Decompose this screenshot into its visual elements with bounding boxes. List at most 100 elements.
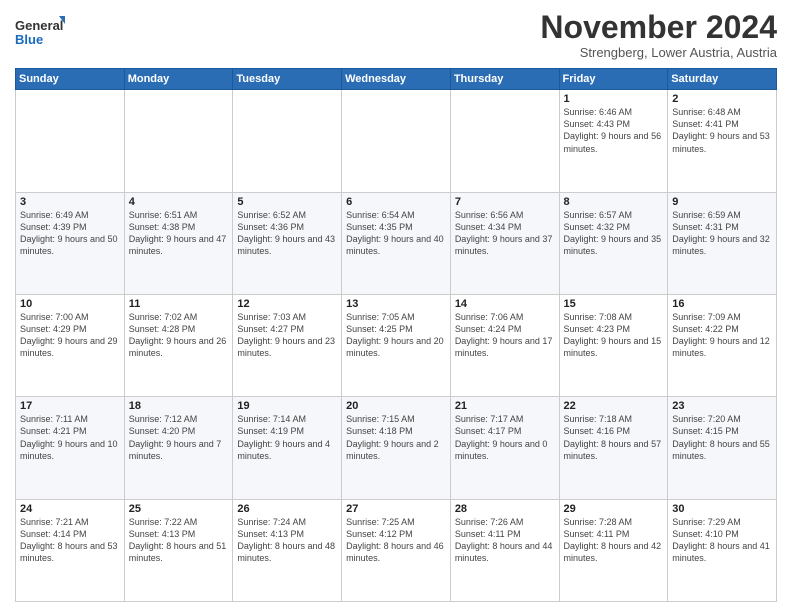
day-number: 15 xyxy=(564,298,664,310)
calendar-cell xyxy=(16,90,125,192)
day-info: Sunrise: 6:57 AM Sunset: 4:32 PM Dayligh… xyxy=(564,209,664,258)
day-number: 18 xyxy=(129,400,229,412)
day-number: 29 xyxy=(564,503,664,515)
day-number: 17 xyxy=(20,400,120,412)
calendar-cell: 17Sunrise: 7:11 AM Sunset: 4:21 PM Dayli… xyxy=(16,397,125,499)
day-info: Sunrise: 7:08 AM Sunset: 4:23 PM Dayligh… xyxy=(564,311,664,360)
day-number: 25 xyxy=(129,503,229,515)
calendar-cell: 29Sunrise: 7:28 AM Sunset: 4:11 PM Dayli… xyxy=(559,499,668,601)
page: General Blue November 2024 Strengberg, L… xyxy=(0,0,792,612)
day-number: 24 xyxy=(20,503,120,515)
week-row: 24Sunrise: 7:21 AM Sunset: 4:14 PM Dayli… xyxy=(16,499,777,601)
calendar-cell: 4Sunrise: 6:51 AM Sunset: 4:38 PM Daylig… xyxy=(124,192,233,294)
day-number: 11 xyxy=(129,298,229,310)
svg-text:Blue: Blue xyxy=(15,32,43,47)
day-number: 1 xyxy=(564,93,664,105)
day-info: Sunrise: 6:49 AM Sunset: 4:39 PM Dayligh… xyxy=(20,209,120,258)
calendar-cell: 26Sunrise: 7:24 AM Sunset: 4:13 PM Dayli… xyxy=(233,499,342,601)
svg-text:General: General xyxy=(15,18,63,33)
day-number: 4 xyxy=(129,196,229,208)
calendar-cell: 5Sunrise: 6:52 AM Sunset: 4:36 PM Daylig… xyxy=(233,192,342,294)
week-row: 3Sunrise: 6:49 AM Sunset: 4:39 PM Daylig… xyxy=(16,192,777,294)
day-number: 9 xyxy=(672,196,772,208)
day-number: 2 xyxy=(672,93,772,105)
calendar-cell: 15Sunrise: 7:08 AM Sunset: 4:23 PM Dayli… xyxy=(559,294,668,396)
calendar-cell: 27Sunrise: 7:25 AM Sunset: 4:12 PM Dayli… xyxy=(342,499,451,601)
month-title: November 2024 xyxy=(540,10,777,45)
header: General Blue November 2024 Strengberg, L… xyxy=(15,10,777,60)
day-number: 3 xyxy=(20,196,120,208)
day-info: Sunrise: 7:18 AM Sunset: 4:16 PM Dayligh… xyxy=(564,413,664,462)
calendar-cell: 16Sunrise: 7:09 AM Sunset: 4:22 PM Dayli… xyxy=(668,294,777,396)
day-info: Sunrise: 7:17 AM Sunset: 4:17 PM Dayligh… xyxy=(455,413,555,462)
day-number: 28 xyxy=(455,503,555,515)
header-day: Friday xyxy=(559,69,668,90)
day-info: Sunrise: 7:00 AM Sunset: 4:29 PM Dayligh… xyxy=(20,311,120,360)
logo-svg: General Blue xyxy=(15,14,65,50)
day-number: 27 xyxy=(346,503,446,515)
header-row: SundayMondayTuesdayWednesdayThursdayFrid… xyxy=(16,69,777,90)
calendar-cell: 8Sunrise: 6:57 AM Sunset: 4:32 PM Daylig… xyxy=(559,192,668,294)
subtitle: Strengberg, Lower Austria, Austria xyxy=(540,45,777,60)
day-info: Sunrise: 7:05 AM Sunset: 4:25 PM Dayligh… xyxy=(346,311,446,360)
calendar-cell: 7Sunrise: 6:56 AM Sunset: 4:34 PM Daylig… xyxy=(450,192,559,294)
calendar-cell: 6Sunrise: 6:54 AM Sunset: 4:35 PM Daylig… xyxy=(342,192,451,294)
calendar-cell: 22Sunrise: 7:18 AM Sunset: 4:16 PM Dayli… xyxy=(559,397,668,499)
day-number: 14 xyxy=(455,298,555,310)
calendar-cell: 20Sunrise: 7:15 AM Sunset: 4:18 PM Dayli… xyxy=(342,397,451,499)
calendar-cell: 1Sunrise: 6:46 AM Sunset: 4:43 PM Daylig… xyxy=(559,90,668,192)
calendar-cell xyxy=(342,90,451,192)
header-day: Tuesday xyxy=(233,69,342,90)
day-number: 26 xyxy=(237,503,337,515)
title-block: November 2024 Strengberg, Lower Austria,… xyxy=(540,10,777,60)
day-info: Sunrise: 7:21 AM Sunset: 4:14 PM Dayligh… xyxy=(20,516,120,565)
day-info: Sunrise: 7:15 AM Sunset: 4:18 PM Dayligh… xyxy=(346,413,446,462)
day-number: 16 xyxy=(672,298,772,310)
day-info: Sunrise: 7:14 AM Sunset: 4:19 PM Dayligh… xyxy=(237,413,337,462)
day-number: 5 xyxy=(237,196,337,208)
calendar-cell: 10Sunrise: 7:00 AM Sunset: 4:29 PM Dayli… xyxy=(16,294,125,396)
day-number: 7 xyxy=(455,196,555,208)
day-info: Sunrise: 7:03 AM Sunset: 4:27 PM Dayligh… xyxy=(237,311,337,360)
day-info: Sunrise: 6:51 AM Sunset: 4:38 PM Dayligh… xyxy=(129,209,229,258)
day-number: 30 xyxy=(672,503,772,515)
header-day: Saturday xyxy=(668,69,777,90)
day-number: 22 xyxy=(564,400,664,412)
header-day: Monday xyxy=(124,69,233,90)
header-day: Sunday xyxy=(16,69,125,90)
calendar-cell: 24Sunrise: 7:21 AM Sunset: 4:14 PM Dayli… xyxy=(16,499,125,601)
calendar-cell: 11Sunrise: 7:02 AM Sunset: 4:28 PM Dayli… xyxy=(124,294,233,396)
header-day: Thursday xyxy=(450,69,559,90)
day-info: Sunrise: 7:12 AM Sunset: 4:20 PM Dayligh… xyxy=(129,413,229,462)
day-info: Sunrise: 7:20 AM Sunset: 4:15 PM Dayligh… xyxy=(672,413,772,462)
day-number: 19 xyxy=(237,400,337,412)
calendar-cell: 30Sunrise: 7:29 AM Sunset: 4:10 PM Dayli… xyxy=(668,499,777,601)
day-info: Sunrise: 7:06 AM Sunset: 4:24 PM Dayligh… xyxy=(455,311,555,360)
calendar-cell: 25Sunrise: 7:22 AM Sunset: 4:13 PM Dayli… xyxy=(124,499,233,601)
day-info: Sunrise: 6:56 AM Sunset: 4:34 PM Dayligh… xyxy=(455,209,555,258)
calendar-cell: 2Sunrise: 6:48 AM Sunset: 4:41 PM Daylig… xyxy=(668,90,777,192)
calendar-cell: 9Sunrise: 6:59 AM Sunset: 4:31 PM Daylig… xyxy=(668,192,777,294)
day-info: Sunrise: 6:59 AM Sunset: 4:31 PM Dayligh… xyxy=(672,209,772,258)
calendar-cell: 19Sunrise: 7:14 AM Sunset: 4:19 PM Dayli… xyxy=(233,397,342,499)
calendar-cell xyxy=(124,90,233,192)
day-number: 8 xyxy=(564,196,664,208)
calendar-cell: 3Sunrise: 6:49 AM Sunset: 4:39 PM Daylig… xyxy=(16,192,125,294)
header-day: Wednesday xyxy=(342,69,451,90)
day-number: 20 xyxy=(346,400,446,412)
calendar-cell: 18Sunrise: 7:12 AM Sunset: 4:20 PM Dayli… xyxy=(124,397,233,499)
week-row: 17Sunrise: 7:11 AM Sunset: 4:21 PM Dayli… xyxy=(16,397,777,499)
day-info: Sunrise: 7:29 AM Sunset: 4:10 PM Dayligh… xyxy=(672,516,772,565)
day-number: 23 xyxy=(672,400,772,412)
day-info: Sunrise: 7:28 AM Sunset: 4:11 PM Dayligh… xyxy=(564,516,664,565)
calendar-cell: 28Sunrise: 7:26 AM Sunset: 4:11 PM Dayli… xyxy=(450,499,559,601)
calendar-cell: 13Sunrise: 7:05 AM Sunset: 4:25 PM Dayli… xyxy=(342,294,451,396)
calendar-cell: 12Sunrise: 7:03 AM Sunset: 4:27 PM Dayli… xyxy=(233,294,342,396)
day-info: Sunrise: 7:09 AM Sunset: 4:22 PM Dayligh… xyxy=(672,311,772,360)
day-info: Sunrise: 7:25 AM Sunset: 4:12 PM Dayligh… xyxy=(346,516,446,565)
day-number: 12 xyxy=(237,298,337,310)
calendar: SundayMondayTuesdayWednesdayThursdayFrid… xyxy=(15,68,777,602)
calendar-cell xyxy=(450,90,559,192)
day-info: Sunrise: 7:24 AM Sunset: 4:13 PM Dayligh… xyxy=(237,516,337,565)
calendar-cell: 23Sunrise: 7:20 AM Sunset: 4:15 PM Dayli… xyxy=(668,397,777,499)
